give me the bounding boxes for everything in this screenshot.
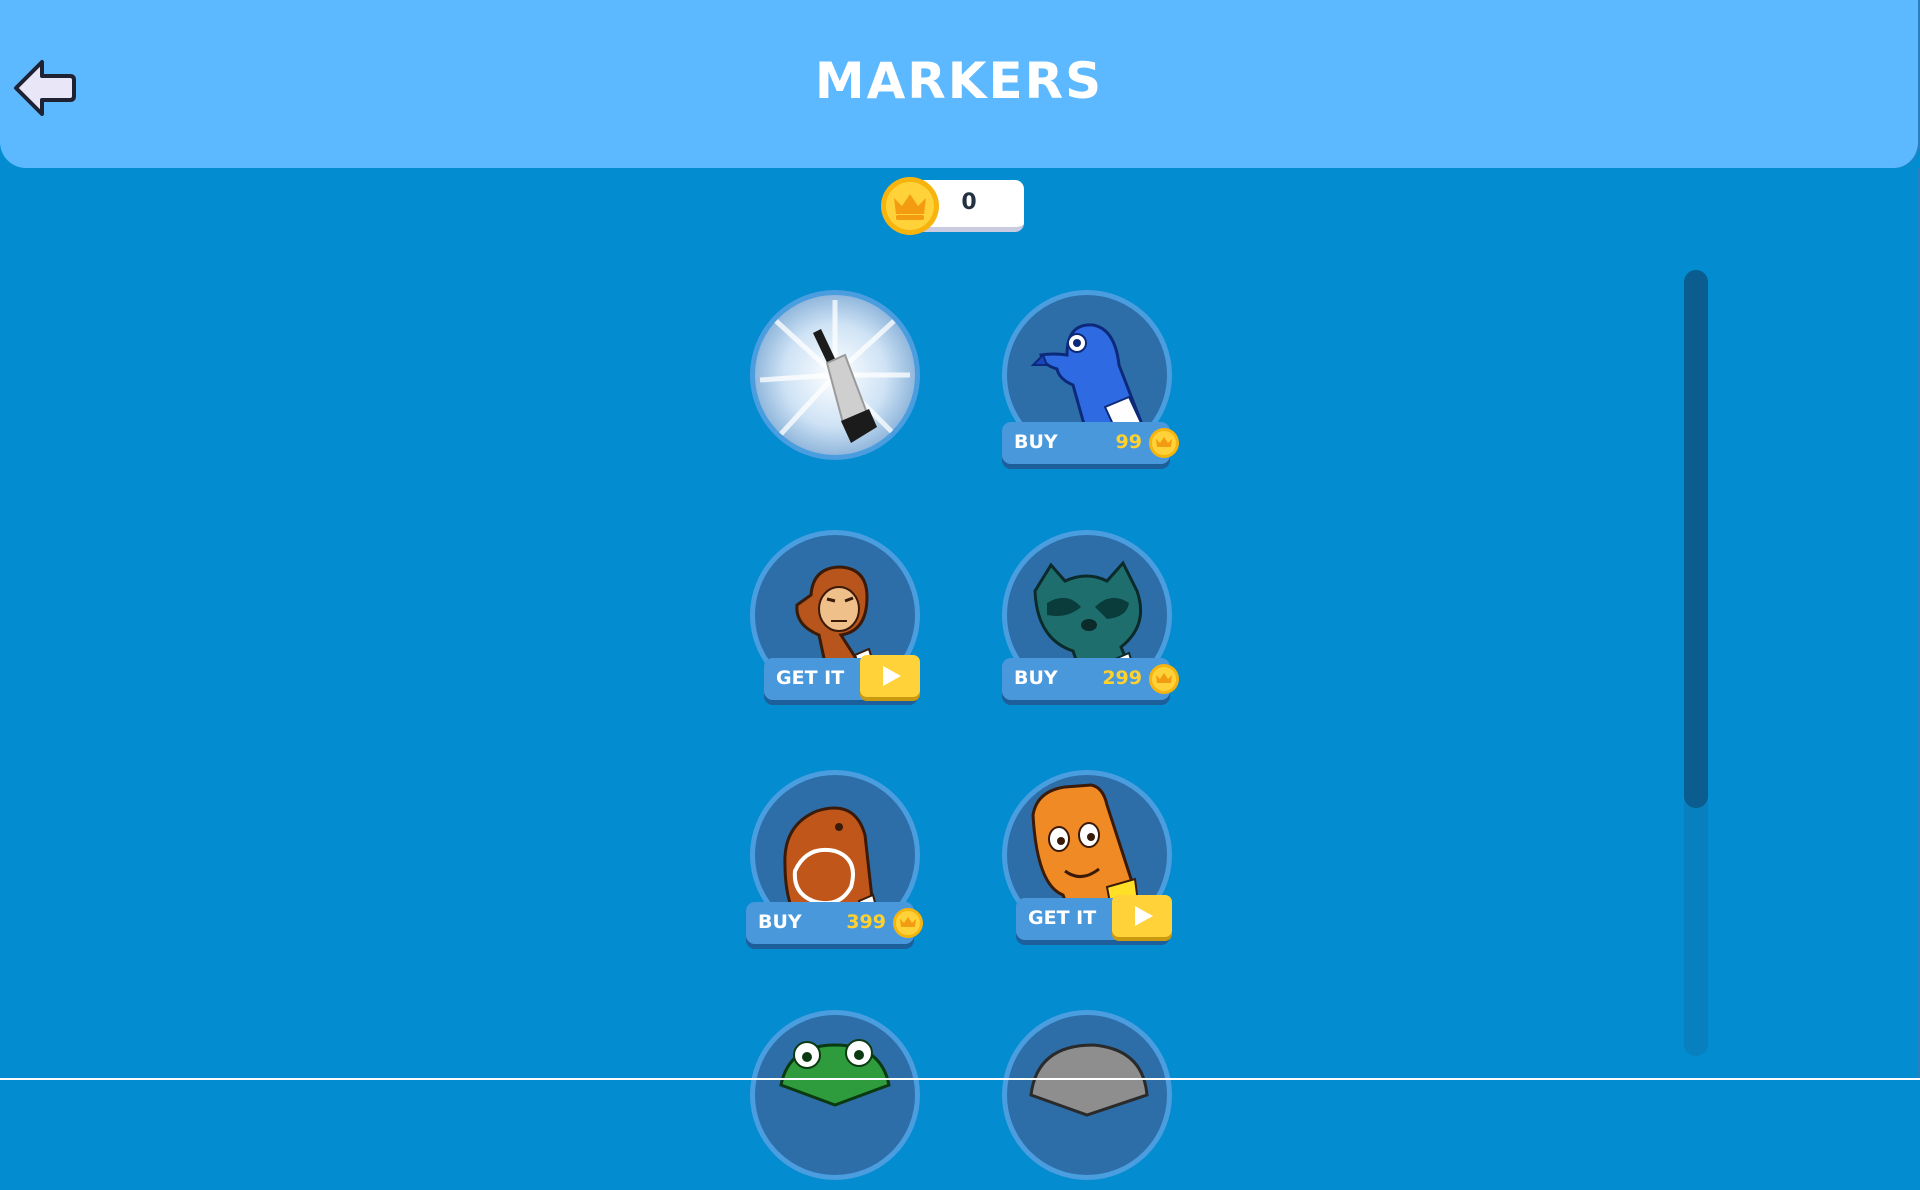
- marker-item-raccoon[interactable]: BUY 299: [1002, 530, 1179, 710]
- marker-portrait: [750, 290, 920, 460]
- buy-button[interactable]: BUY 399: [746, 902, 923, 944]
- get-it-button[interactable]: GET IT: [1016, 895, 1172, 940]
- page-title: MARKERS: [814, 52, 1104, 110]
- marker-item-frog[interactable]: [750, 1010, 920, 1190]
- get-it-label: GET IT: [776, 667, 845, 689]
- frog-icon: [779, 1039, 891, 1107]
- seal-icon: [1029, 1043, 1149, 1117]
- marker-item-seal[interactable]: [1002, 1010, 1172, 1190]
- crown-coin-icon: [881, 177, 939, 235]
- marker-item-capybara[interactable]: BUY 399: [746, 770, 923, 950]
- buy-button[interactable]: BUY 299: [1002, 658, 1179, 700]
- marker-item-monkey[interactable]: GET IT: [750, 530, 920, 710]
- marker-item-face[interactable]: GET IT: [1002, 770, 1172, 950]
- crown-coin-icon: [893, 908, 923, 938]
- marker-portrait: [750, 1010, 920, 1180]
- crown-coin-icon: [1149, 664, 1179, 694]
- get-it-label: GET IT: [1028, 907, 1097, 929]
- get-it-button[interactable]: GET IT: [764, 655, 920, 700]
- play-icon: [1135, 906, 1153, 926]
- price-label: 299: [1102, 667, 1142, 689]
- marker-item-pigeon[interactable]: BUY 99: [1002, 290, 1179, 470]
- buy-button[interactable]: BUY 99: [1002, 422, 1179, 464]
- buy-label: BUY: [1014, 431, 1058, 453]
- price-label: 99: [1115, 431, 1142, 453]
- watch-ad-button[interactable]: [1112, 895, 1172, 937]
- play-icon: [883, 666, 901, 686]
- marker-pen-icon: [759, 300, 910, 443]
- buy-label: BUY: [758, 911, 802, 933]
- watch-ad-button[interactable]: [860, 655, 920, 697]
- marker-item-classic[interactable]: [750, 290, 920, 470]
- marker-portrait: [1002, 1010, 1172, 1180]
- scrollbar-thumb[interactable]: [1684, 270, 1708, 808]
- crown-coin-icon: [1149, 428, 1179, 458]
- price-label: 399: [846, 911, 886, 933]
- buy-label: BUY: [1014, 667, 1058, 689]
- top-header: MARKERS: [0, 0, 1920, 168]
- coin-counter: 0: [880, 176, 1024, 235]
